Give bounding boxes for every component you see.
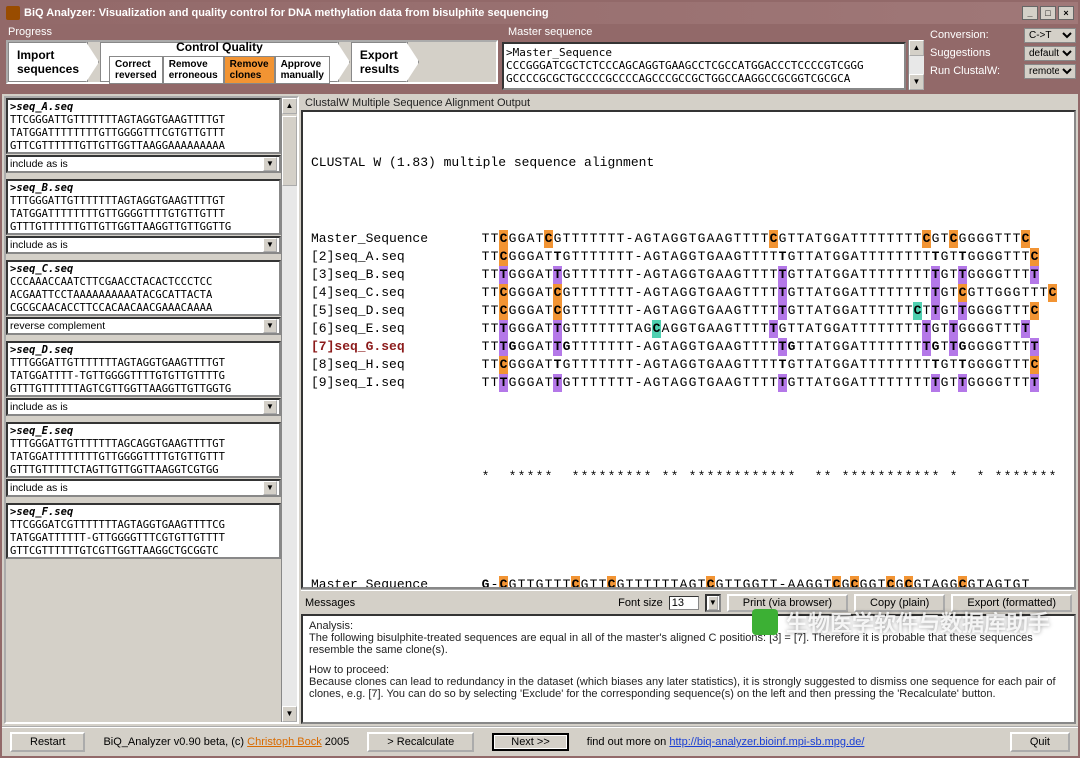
fontsize-input[interactable] [669,596,699,610]
recalculate-button[interactable]: > Recalculate [367,732,474,752]
progress-label: Progress [2,24,502,40]
seq-action-select[interactable]: include as is▼ [6,479,281,497]
bottom-bar: Restart BiQ_Analyzer v0.90 beta, (c) Chr… [2,726,1078,756]
close-button[interactable]: × [1058,6,1074,20]
sequence-list: >seq_A.seqTTCGGGATTGTTTTTTTAGTAGGTGAAGTT… [6,98,281,722]
titlebar: BiQ Analyzer: Visualization and quality … [2,2,1078,24]
seqlist-scrollbar[interactable]: ▲▼ [281,98,297,722]
seq-text[interactable]: >seq_F.seqTTCGGGATCGTTTTTTTAGTAGGTGAAGTT… [6,503,281,559]
quit-button[interactable]: Quit [1010,732,1070,752]
copy-button[interactable]: Copy (plain) [854,594,945,612]
suggestions-select[interactable]: default [1024,46,1076,61]
export-button[interactable]: Export (formatted) [951,594,1072,612]
conversion-select[interactable]: C->T [1024,28,1076,43]
master-scrollbar[interactable]: ▲▼ [908,40,924,90]
maximize-button[interactable]: □ [1040,6,1056,20]
substep-remove[interactable]: Removeclones [224,56,275,84]
seq-text[interactable]: >seq_B.seqTTTGGGATTGTTTTTTTAGTAGGTGAAGTT… [6,179,281,235]
messages-toolbar: Messages Font size ▼ Print (via browser)… [301,589,1076,614]
fontsize-dropdown[interactable]: ▼ [705,594,721,612]
next-button[interactable]: Next >> [492,733,569,751]
minimize-button[interactable]: _ [1022,6,1038,20]
seq-action-select[interactable]: include as is▼ [6,398,281,416]
master-seq-textarea[interactable]: >Master_Sequence CCCGGGATCGCTCTCCCAGCAGG… [502,42,906,90]
credits: BiQ_Analyzer v0.90 beta, (c) Christoph B… [103,736,349,748]
substep-correct[interactable]: Correctreversed [109,56,163,84]
alignment-title: ClustalW Multiple Sequence Alignment Out… [301,96,1076,110]
messages-box[interactable]: Analysis:The following bisulphite-treate… [301,614,1076,724]
step-export[interactable]: Export results [351,42,408,82]
step-import[interactable]: Import sequences [8,42,88,82]
author-link[interactable]: Christoph Bock [247,736,322,748]
seq-text[interactable]: >seq_E.seqTTTGGGATTGTTTTTTTAGCAGGTGAAGTT… [6,422,281,478]
seq-action-select[interactable]: include as is▼ [6,155,281,173]
print-button[interactable]: Print (via browser) [727,594,848,612]
substep-remove[interactable]: Removeerroneous [163,56,224,84]
seq-action-select[interactable]: reverse complement▼ [6,317,281,335]
java-icon [6,6,20,20]
homepage-link[interactable]: http://biq-analyzer.bioinf.mpi-sb.mpg.de… [669,736,864,748]
wizard-steps: Import sequences Control Quality Correct… [6,40,498,84]
seq-text[interactable]: >seq_D.seqTTTGGGATTGTTTTTTTAGTAGGTGAAGTT… [6,341,281,397]
options-panel: Conversion:C->T Suggestionsdefault Run C… [928,24,1078,94]
restart-button[interactable]: Restart [10,732,85,752]
seq-action-select[interactable]: include as is▼ [6,236,281,254]
master-seq-label: Master sequence [502,24,924,40]
alignment-output[interactable]: CLUSTAL W (1.83) multiple sequence align… [301,110,1076,589]
seq-text[interactable]: >seq_C.seqCCCAAACCAATCTTCGAACCTACACTCCCT… [6,260,281,316]
substep-approve[interactable]: Approvemanually [275,56,330,84]
clustalw-select[interactable]: remote [1024,64,1076,79]
step-control-quality: Control Quality CorrectreversedRemoveerr… [100,42,339,82]
window-title: BiQ Analyzer: Visualization and quality … [24,7,549,19]
seq-text[interactable]: >seq_A.seqTTCGGGATTGTTTTTTTAGTAGGTGAAGTT… [6,98,281,154]
